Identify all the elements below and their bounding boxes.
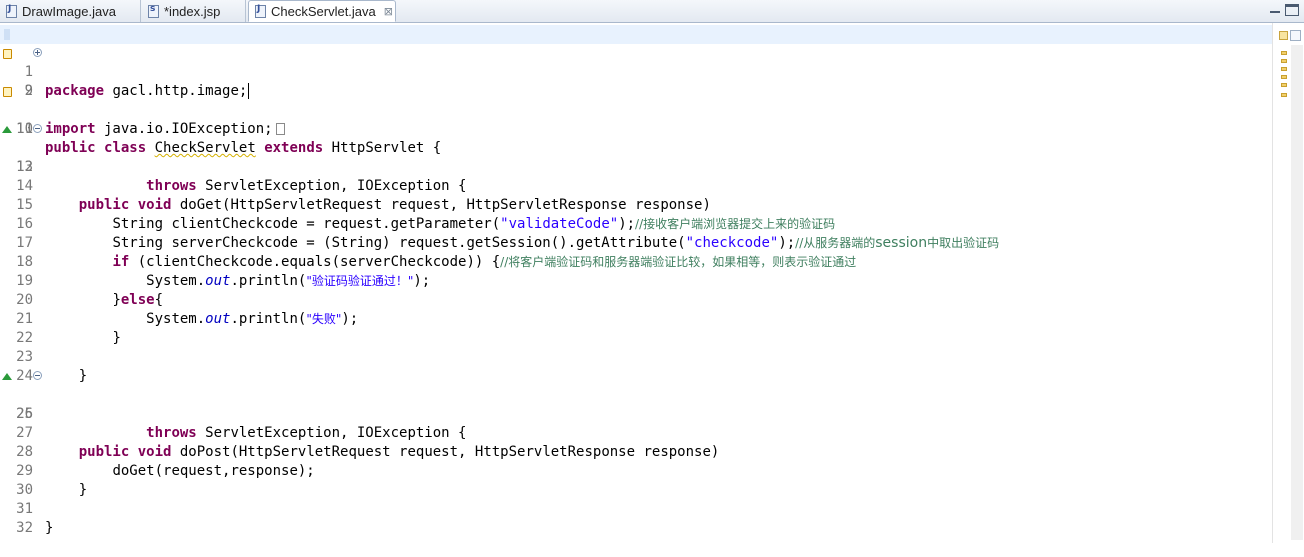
tab-index-jsp[interactable]: *index.jsp	[142, 0, 246, 22]
jsp-file-icon	[148, 4, 159, 18]
close-icon[interactable]: ⊠	[384, 5, 393, 18]
code-line[interactable]: 14	[0, 158, 1272, 194]
warning-marker[interactable]	[1281, 93, 1287, 97]
warning-icon[interactable]	[1, 47, 13, 60]
code-line[interactable]: 32	[0, 500, 1272, 536]
warning-marker[interactable]	[1281, 67, 1287, 71]
warning-marker[interactable]	[1281, 83, 1287, 87]
code-line[interactable]: 15 String clientCheckcode = request.getP…	[0, 177, 1272, 232]
vertical-scrollbar[interactable]	[1291, 45, 1303, 540]
code-editor[interactable]: 1 package gacl.http.image; 2 import java…	[0, 23, 1304, 543]
overview-ruler[interactable]	[1272, 23, 1304, 543]
override-icon[interactable]	[1, 123, 13, 136]
code-text: }	[45, 520, 54, 536]
code-line[interactable]: 29 }	[0, 443, 1272, 498]
warning-icon[interactable]	[1, 85, 13, 98]
code-line[interactable]: 26 throws ServletException, IOException …	[0, 386, 1272, 441]
code-line[interactable]: 23 }	[0, 329, 1272, 384]
code-line[interactable]: 27	[0, 405, 1272, 441]
java-file-icon	[255, 4, 266, 18]
code-line[interactable]: 21 }	[0, 291, 1272, 346]
tab-drawimage-java[interactable]: DrawImage.java	[0, 0, 141, 22]
override-icon[interactable]	[1, 370, 13, 383]
editor-tab-bar: DrawImage.java *index.jsp CheckServlet.j…	[0, 0, 1304, 23]
code-line[interactable]: 12 public void doGet(HttpServletRequest …	[0, 120, 1272, 213]
code-line[interactable]: 20 System.out.println("失败");	[0, 272, 1272, 327]
code-line[interactable]: 24	[0, 348, 1272, 384]
code-line[interactable]: 31 }	[0, 481, 1272, 536]
code-line[interactable]: 30	[0, 462, 1272, 498]
code-line[interactable]: 16 String serverCheckcode = (String) req…	[0, 196, 1272, 251]
java-file-icon	[6, 4, 17, 18]
overview-marker	[4, 29, 10, 40]
code-line[interactable]: 11	[0, 101, 1272, 137]
maximize-icon[interactable]	[1285, 4, 1299, 16]
code-line[interactable]: 25 public void doPost(HttpServletRequest…	[0, 367, 1272, 460]
warning-marker[interactable]	[1281, 59, 1287, 63]
minimize-icon[interactable]	[1268, 4, 1282, 16]
code-line[interactable]: 2 import java.io.IOException;	[0, 44, 1272, 137]
tab-label: *index.jsp	[164, 3, 221, 19]
code-line[interactable]: 17 if (clientCheckcode.equals(serverChec…	[0, 215, 1272, 270]
tab-label: DrawImage.java	[22, 3, 116, 19]
code-line[interactable]: 28 doGet(request,response);	[0, 424, 1272, 479]
line-number: 32	[16, 520, 33, 536]
code-line[interactable]: 1 package gacl.http.image;	[0, 25, 1272, 99]
code-line[interactable]: 9	[0, 63, 1272, 99]
fold-expand-icon[interactable]	[33, 48, 42, 57]
code-line[interactable]: 19 }else{	[0, 253, 1272, 308]
fold-collapse-icon[interactable]	[33, 124, 42, 133]
warning-marker[interactable]	[1281, 51, 1287, 55]
code-line[interactable]: 13 throws ServletException, IOException …	[0, 139, 1272, 194]
code-line[interactable]: 18 System.out.println("验证码验证通过！");	[0, 234, 1272, 289]
warning-marker[interactable]	[1281, 75, 1287, 79]
overview-top-icon	[1290, 30, 1301, 41]
warning-summary-icon[interactable]	[1279, 31, 1288, 40]
code-line[interactable]: 10 public class CheckServlet extends Htt…	[0, 82, 1272, 156]
tab-label: CheckServlet.java	[271, 3, 376, 19]
code-line[interactable]: 22	[0, 310, 1272, 346]
fold-collapse-icon[interactable]	[33, 371, 42, 380]
tab-checkservlet-java[interactable]: CheckServlet.java ⊠	[248, 0, 396, 22]
